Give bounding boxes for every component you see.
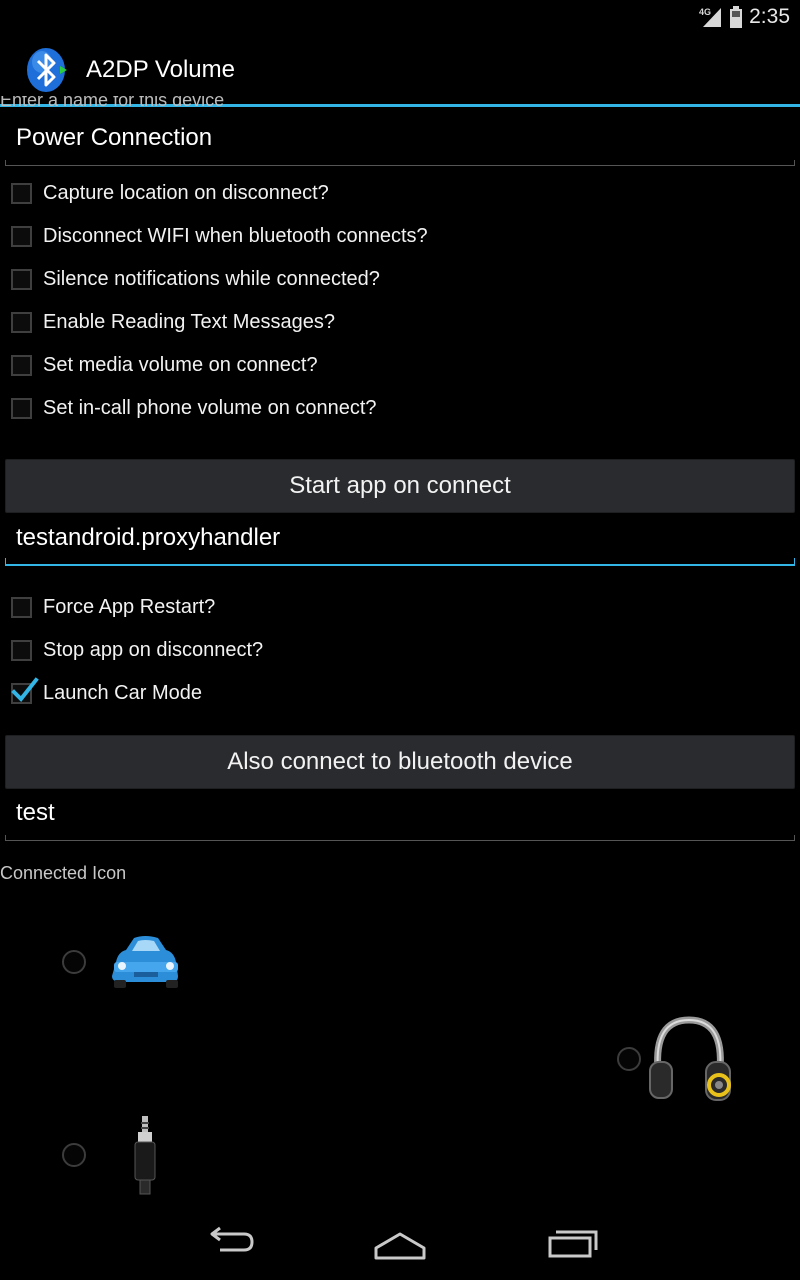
bluetooth-icon xyxy=(27,48,67,92)
bt-device-value: test xyxy=(16,799,55,826)
field-underline xyxy=(5,840,795,841)
name-field-label: Enter a name for this device xyxy=(0,96,225,108)
also-connect-button[interactable]: Also connect to bluetooth device xyxy=(5,735,795,789)
connected-icon-label: Connected Icon xyxy=(0,863,127,883)
field-tick-right xyxy=(794,835,795,841)
home-icon[interactable] xyxy=(370,1220,430,1260)
car-icon xyxy=(112,936,178,988)
checkmark-icon xyxy=(11,677,39,703)
checkbox-label: Silence notifications while connected? xyxy=(43,268,380,290)
headphones-icon xyxy=(649,1016,731,1101)
checkbox-force-restart[interactable]: Force App Restart? xyxy=(0,588,800,628)
checkbox-box[interactable] xyxy=(11,597,32,618)
bt-device-field[interactable]: test xyxy=(5,795,795,841)
checkbox-box[interactable] xyxy=(11,312,32,333)
start-app-button[interactable]: Start app on connect xyxy=(5,459,795,513)
checkbox-incall-volume[interactable]: Set in-call phone volume on connect? xyxy=(0,389,800,429)
checkbox-label: Set in-call phone volume on connect? xyxy=(43,397,377,419)
checkbox-label: Set media volume on connect? xyxy=(43,354,318,376)
field-tick-left xyxy=(5,835,6,841)
device-name-field[interactable]: Power Connection xyxy=(5,120,795,166)
checkbox-media-volume[interactable]: Set media volume on connect? xyxy=(0,346,800,386)
field-tick-left xyxy=(5,160,6,166)
navigation-bar xyxy=(0,1200,800,1280)
field-underline xyxy=(5,165,795,166)
checkbox-label: Launch Car Mode xyxy=(43,682,202,704)
checkbox-capture-location[interactable]: Capture location on disconnect? xyxy=(0,174,800,214)
recents-icon[interactable] xyxy=(542,1220,602,1260)
checkbox-disconnect-wifi[interactable]: Disconnect WIFI when bluetooth connects? xyxy=(0,217,800,257)
checkbox-stop-app[interactable]: Stop app on disconnect? xyxy=(0,631,800,671)
checkbox-box[interactable] xyxy=(11,640,32,661)
back-icon[interactable] xyxy=(200,1220,260,1260)
device-name-value: Power Connection xyxy=(16,124,213,151)
checkbox-label: Disconnect WIFI when bluetooth connects? xyxy=(43,225,428,247)
checkbox-reading-text-messages[interactable]: Enable Reading Text Messages? xyxy=(0,303,800,343)
checkbox-label: Enable Reading Text Messages? xyxy=(43,311,336,333)
network-type: 4G xyxy=(699,7,711,17)
checkbox-label: Stop app on disconnect? xyxy=(43,639,264,661)
field-tick-left xyxy=(5,558,6,566)
checkbox-label: Force App Restart? xyxy=(43,596,216,618)
status-icons: 4G 2:35 xyxy=(699,4,790,30)
battery-icon xyxy=(730,6,743,28)
app-title: A2DP Volume xyxy=(86,56,235,83)
checkbox-box[interactable] xyxy=(11,398,32,419)
field-tick-right xyxy=(794,558,795,566)
radio-audio-jack[interactable] xyxy=(62,1143,86,1167)
audio-jack-icon xyxy=(134,1116,156,1195)
field-underline xyxy=(5,564,795,566)
checkbox-box[interactable] xyxy=(11,226,32,247)
checkbox-box[interactable] xyxy=(11,269,32,290)
app-package-value: testandroid.proxyhandler xyxy=(16,524,281,551)
checkbox-label: Capture location on disconnect? xyxy=(43,182,329,204)
checkbox-launch-car-mode[interactable]: Launch Car Mode xyxy=(0,674,800,714)
status-time: 2:35 xyxy=(749,5,790,28)
radio-car[interactable] xyxy=(62,950,86,974)
checkbox-box[interactable] xyxy=(11,183,32,204)
checkbox-box[interactable] xyxy=(11,355,32,376)
radio-headphones[interactable] xyxy=(617,1047,641,1071)
field-tick-right xyxy=(794,160,795,166)
app-package-field[interactable]: testandroid.proxyhandler xyxy=(5,520,795,566)
checkbox-silence-notifications[interactable]: Silence notifications while connected? xyxy=(0,260,800,300)
signal-icon: 4G xyxy=(699,7,722,27)
status-bar: 4G 2:35 xyxy=(0,0,800,34)
